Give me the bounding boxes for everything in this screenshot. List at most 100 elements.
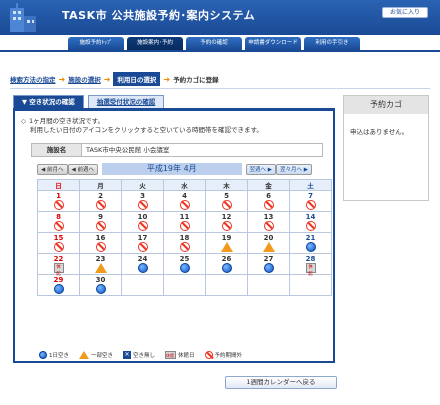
calendar-day-cell: 6 <box>247 190 290 212</box>
current-month: 平成19年 4月 <box>102 163 242 175</box>
calendar-day-cell[interactable]: 29 <box>37 274 80 296</box>
main-nav: 施設予約ﾄｯﾌﾟ 施設案内･予約 予約の確認 申請書ダウンロード 利用の手引き <box>68 37 360 50</box>
available-icon[interactable] <box>137 263 148 273</box>
tab-lottery[interactable]: 抽選受付状況の確認 <box>87 95 165 108</box>
calendar-day-cell[interactable]: 26 <box>205 253 248 275</box>
available-icon[interactable] <box>305 242 316 252</box>
calendar-day-cell <box>163 274 206 296</box>
day-number: 3 <box>140 192 145 200</box>
calendar-day-cell: 11 <box>163 211 206 233</box>
calendar-week-row: 8 9 10 11 12 13 14 <box>37 211 332 233</box>
tab-vacancy-label: 空き状況の確認 <box>29 98 75 106</box>
nav-tab-guide[interactable]: 利用の手引き <box>304 37 360 50</box>
divider <box>10 88 430 89</box>
calendar-day-cell: 8 <box>37 211 80 233</box>
facility-label: 施設名 <box>32 144 82 156</box>
prev-week-button[interactable]: ◀ 前週へ <box>67 163 98 175</box>
nav-tab-download[interactable]: 申請書ダウンロード <box>245 37 301 50</box>
cart-title: 予約カゴ <box>344 96 428 114</box>
content-tabs: ▼ 空き状況の確認 抽選受付状況の確認 <box>13 95 165 108</box>
tab-vacancy[interactable]: ▼ 空き状況の確認 <box>13 95 84 108</box>
out-of-period-icon <box>137 242 148 252</box>
day-number: 4 <box>182 192 187 200</box>
available-icon[interactable] <box>53 284 64 294</box>
calendar-day-cell[interactable]: 25 <box>163 253 206 275</box>
crumb-cart: 予約カゴに登録 <box>173 76 219 84</box>
day-number: 15 <box>53 234 64 242</box>
weekday-thu: 木 <box>205 179 248 191</box>
legend-ok: 1日空き <box>39 351 69 359</box>
day-number: 2 <box>98 192 103 200</box>
out-of-period-icon <box>305 200 316 210</box>
info-line-2: 利用したい日付のアイコンをクリックすると空いている時間帯を確認できます。 <box>30 126 263 134</box>
holiday-icon: 休館 <box>165 351 177 359</box>
calendar-day-cell[interactable]: 20 <box>247 232 290 254</box>
calendar-day-cell[interactable]: 30 <box>79 274 122 296</box>
nav-tab-facility[interactable]: 施設案内･予約 <box>127 37 183 50</box>
legend-holiday-label: 休館日 <box>178 353 195 359</box>
calendar-day-cell[interactable]: 19 <box>205 232 248 254</box>
next-week-button[interactable]: 翌週へ ▶ <box>245 163 276 175</box>
next-month-button[interactable]: 翌々月へ ▶ <box>276 163 312 175</box>
weekday-tue: 火 <box>121 179 164 191</box>
favorites-button[interactable]: お気に入り <box>382 7 428 18</box>
calendar-day-cell <box>247 274 290 296</box>
weekday-sun: 日 <box>37 179 80 191</box>
calendar-day-cell[interactable]: 27 <box>247 253 290 275</box>
calendar-day-cell[interactable]: 24 <box>121 253 164 275</box>
available-icon[interactable] <box>95 284 106 294</box>
out-of-period-icon <box>95 200 106 210</box>
weekday-wed: 水 <box>163 179 206 191</box>
legend-out-label: 予約期間外 <box>214 353 243 359</box>
partial-icon[interactable] <box>94 263 107 273</box>
calendar-day-cell: 10 <box>121 211 164 233</box>
out-of-period-icon <box>137 221 148 231</box>
legend: 1日空き 一部空き ✕ 空き無し 休館 休館日 予約期間外 <box>39 351 242 359</box>
day-number: 16 <box>95 234 106 242</box>
facility-row: 施設名 TASK市中央公民館 小会議室 <box>31 143 323 157</box>
calendar-day-cell: 12 <box>205 211 248 233</box>
full-icon: ✕ <box>123 351 132 359</box>
calendar-day-cell: 28 休館 <box>289 253 332 277</box>
arrow-right-icon: ➜ <box>58 74 66 84</box>
day-number: 11 <box>179 213 190 221</box>
month-calendar: 日 月 火 水 木 金 土 1 2 3 4 5 6 7 8 9 10 11 12 13 14 15 16 17 1… <box>37 179 332 296</box>
out-of-period-icon <box>53 200 64 210</box>
calendar-day-cell <box>121 274 164 296</box>
partial-icon[interactable] <box>220 242 233 252</box>
crumb-facility[interactable]: 施設の選択 <box>68 74 101 84</box>
facility-value: TASK市中央公民館 小会議室 <box>86 146 170 154</box>
info-line-1: 1ヶ月間の空き状況です。 <box>29 117 104 125</box>
day-number: 18 <box>179 234 190 242</box>
holiday-icon: 休館 <box>305 263 316 277</box>
available-icon[interactable] <box>221 263 232 273</box>
weekday-header-row: 日 月 火 水 木 金 土 <box>37 179 332 191</box>
day-number: 5 <box>224 192 229 200</box>
out-of-period-icon <box>179 200 190 210</box>
week-calendar-button[interactable]: 1週間カレンダーへ戻る <box>225 376 337 389</box>
partial-icon[interactable] <box>262 242 275 252</box>
calendar-day-cell: 13 <box>247 211 290 233</box>
available-icon[interactable] <box>179 263 190 273</box>
calendar-day-cell: 7 <box>289 190 332 212</box>
nav-tab-top[interactable]: 施設予約ﾄｯﾌﾟ <box>68 37 124 50</box>
breadcrumb: 検索方法の指定 ➜ 施設の選択 ➜ 利用日の選択 ➜ 予約カゴに登録 <box>10 72 219 86</box>
out-of-period-icon <box>221 200 232 210</box>
calendar-day-cell: 18 <box>163 232 206 254</box>
legend-some: 一部空き <box>79 351 113 359</box>
out-of-period-icon <box>204 351 213 359</box>
weekday-mon: 月 <box>79 179 122 191</box>
available-icon[interactable] <box>263 263 274 273</box>
crumb-search-method[interactable]: 検索方法の指定 <box>10 74 56 84</box>
next-month-label: 翌々月へ <box>280 166 303 173</box>
prev-week-label: 前週へ <box>77 166 94 173</box>
nav-tab-confirm[interactable]: 予約の確認 <box>186 37 242 50</box>
prev-month-button[interactable]: ◀ 前月へ <box>37 163 68 175</box>
day-number: 27 <box>263 255 274 263</box>
calendar-day-cell[interactable]: 21 <box>289 232 332 254</box>
day-number: 7 <box>308 192 313 200</box>
calendar-day-cell[interactable]: 23 <box>79 253 122 275</box>
calendar-day-cell: 4 <box>163 190 206 212</box>
calendar-body: 1 2 3 4 5 6 7 8 9 10 11 12 13 14 15 16 17 18 19 20 21 22 休館 23 2… <box>37 190 332 296</box>
calendar-day-cell: 9 <box>79 211 122 233</box>
